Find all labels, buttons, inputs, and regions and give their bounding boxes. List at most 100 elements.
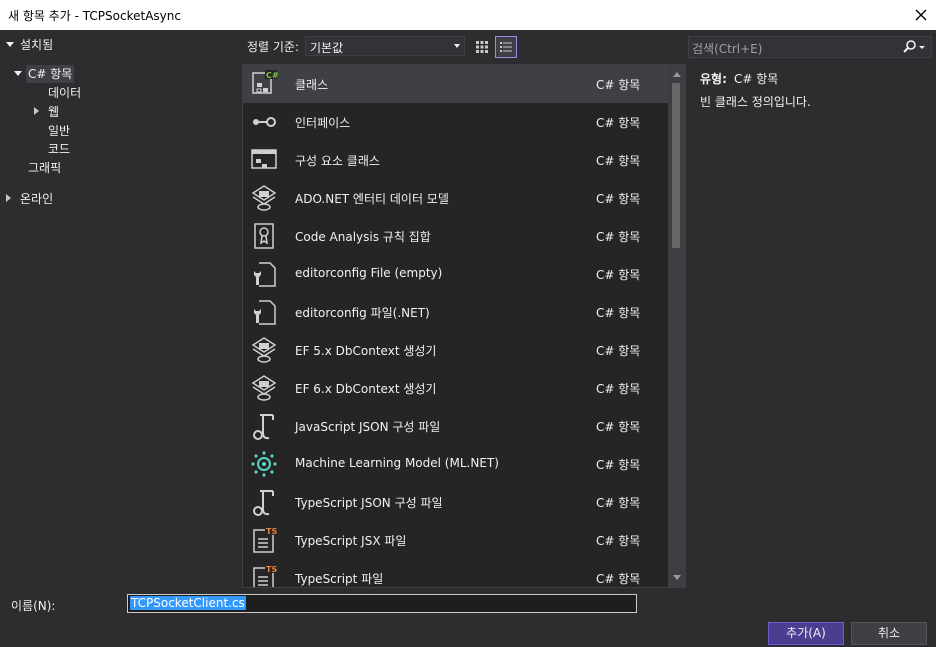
template-row[interactable]: TS TypeScript 파일 C# 항목	[243, 559, 669, 587]
add-button[interactable]: 추가(A)	[768, 622, 844, 645]
list-view-icon	[500, 42, 512, 52]
grid-view-icon	[476, 41, 488, 53]
window-title: 새 항목 추가 - TCPSocketAsync	[8, 9, 181, 23]
tree-item-csharp[interactable]: C# 항목	[14, 65, 75, 83]
template-type: C# 항목	[596, 78, 641, 92]
template-row[interactable]: EF 5.x DbContext 생성기 C# 항목	[243, 331, 669, 369]
template-row[interactable]: editorconfig File (empty) C# 항목	[243, 255, 669, 293]
template-type: C# 항목	[596, 572, 641, 586]
typescript-file-icon: TS	[253, 564, 278, 587]
template-row[interactable]: TypeScript JSON 구성 파일 C# 항목	[243, 483, 669, 521]
grid-view-button[interactable]	[471, 36, 493, 58]
template-description: 빈 클래스 정의입니다.	[700, 95, 811, 109]
scrollbar-thumb[interactable]	[672, 83, 680, 248]
template-type: C# 항목	[596, 382, 641, 396]
template-type: C# 항목	[596, 458, 641, 472]
editorconfig-icon	[254, 262, 276, 287]
title-bar: 새 항목 추가 - TCPSocketAsync	[0, 0, 936, 30]
template-type: C# 항목	[596, 534, 641, 548]
template-type: C# 항목	[596, 306, 641, 320]
template-row[interactable]: JavaScript JSON 구성 파일 C# 항목	[243, 407, 669, 445]
template-type: C# 항목	[596, 230, 641, 244]
sort-label: 정렬 기준:	[247, 40, 300, 54]
type-label: 유형:	[700, 72, 727, 86]
close-button[interactable]	[906, 0, 936, 30]
tree-item-label: 웹	[48, 105, 60, 119]
template-row[interactable]: EF 6.x DbContext 생성기 C# 항목	[243, 369, 669, 407]
template-name: JavaScript JSON 구성 파일	[295, 420, 441, 434]
template-row[interactable]: 구성 요소 클래스 C# 항목	[243, 141, 669, 179]
ml-model-icon	[251, 451, 277, 477]
collapsed-arrow-icon	[34, 107, 39, 115]
expanded-arrow-icon	[6, 42, 14, 47]
template-type: C# 항목	[596, 116, 641, 130]
template-row[interactable]: Code Analysis 규칙 집합 C# 항목	[243, 217, 669, 255]
name-field[interactable]: TCPSocketClient.cs	[127, 594, 637, 613]
template-name: editorconfig File (empty)	[295, 266, 443, 280]
class-icon: C#	[252, 70, 279, 94]
list-view-button[interactable]	[495, 36, 517, 58]
tree-item-label: 데이터	[48, 86, 82, 100]
template-name: TypeScript JSON 구성 파일	[295, 496, 443, 510]
tree-item-general[interactable]: 일반	[48, 122, 70, 140]
tree-item-code[interactable]: 코드	[48, 140, 70, 158]
typescript-file-icon: TS	[253, 526, 278, 553]
template-row[interactable]: editorconfig 파일(.NET) C# 항목	[243, 293, 669, 331]
template-row[interactable]: TS TypeScript JSX 파일 C# 항목	[243, 521, 669, 559]
chevron-down-icon	[454, 44, 460, 48]
list-scrollbar[interactable]	[668, 65, 685, 587]
search-icon[interactable]	[901, 39, 927, 55]
tree-item-label: 코드	[48, 142, 71, 156]
cancel-button[interactable]: 취소	[851, 622, 927, 645]
category-tree: 설치됨 C# 항목 데이터 웹 일반 코드 그래픽 온라인	[0, 32, 240, 588]
template-row[interactable]: C# 클래스 C# 항목	[243, 65, 669, 103]
template-name: 클래스	[295, 78, 329, 92]
name-label: 이름(N):	[11, 599, 56, 613]
editorconfig-icon	[254, 300, 276, 325]
template-row[interactable]: Machine Learning Model (ML.NET) C# 항목	[243, 445, 669, 483]
entity-model-icon	[251, 185, 277, 211]
scroll-up-icon[interactable]	[673, 72, 681, 77]
template-name: TypeScript JSX 파일	[295, 534, 407, 548]
template-type: C# 항목	[596, 420, 641, 434]
tree-item-label: 그래픽	[28, 161, 62, 175]
tree-item-data[interactable]: 데이터	[48, 84, 81, 102]
template-name: editorconfig 파일(.NET)	[295, 306, 430, 320]
template-type: C# 항목	[596, 268, 641, 282]
template-type: C# 항목	[596, 344, 641, 358]
component-class-icon	[251, 149, 277, 169]
template-name: 구성 요소 클래스	[295, 154, 380, 168]
sort-dropdown[interactable]: 기본값	[305, 36, 465, 56]
search-input[interactable]: 검색(Ctrl+E)	[688, 36, 932, 58]
dbcontext-icon	[251, 375, 277, 401]
dbcontext-icon	[251, 337, 277, 363]
tree-item-label: 온라인	[20, 192, 54, 206]
template-name: Machine Learning Model (ML.NET)	[295, 456, 499, 470]
type-value: C# 항목	[734, 72, 779, 86]
tree-item-label: 일반	[48, 124, 71, 138]
search-placeholder: 검색(Ctrl+E)	[692, 42, 763, 56]
sort-value: 기본값	[310, 41, 344, 55]
scroll-down-icon[interactable]	[673, 575, 681, 580]
svg-text:C#: C#	[266, 71, 279, 80]
template-name: ADO.NET 엔터티 데이터 모델	[295, 192, 449, 206]
template-row[interactable]: ADO.NET 엔터티 데이터 모델 C# 항목	[243, 179, 669, 217]
template-list: C# 클래스 C# 항목 인터페이스 C# 항목 구성 요소 클래스 C# 항목 ADO.NE…	[242, 64, 686, 588]
template-type: C# 항목	[596, 154, 641, 168]
tree-item-graphics[interactable]: 그래픽	[28, 159, 61, 177]
template-row[interactable]: 인터페이스 C# 항목	[243, 103, 669, 141]
svg-text:TS: TS	[266, 565, 277, 574]
tree-item-label: 설치됨	[20, 38, 54, 52]
template-type: C# 항목	[596, 192, 641, 206]
svg-text:TS: TS	[266, 527, 277, 536]
interface-icon	[253, 117, 276, 127]
close-icon	[915, 9, 927, 21]
json-config-icon	[253, 490, 274, 516]
template-name: 인터페이스	[295, 116, 351, 130]
template-name: EF 5.x DbContext 생성기	[295, 344, 437, 358]
template-type: C# 항목	[596, 496, 641, 510]
template-name: EF 6.x DbContext 생성기	[295, 382, 437, 396]
expanded-arrow-icon	[14, 71, 22, 76]
name-field-value: TCPSocketClient.cs	[130, 596, 246, 610]
ruleset-icon	[254, 223, 274, 249]
